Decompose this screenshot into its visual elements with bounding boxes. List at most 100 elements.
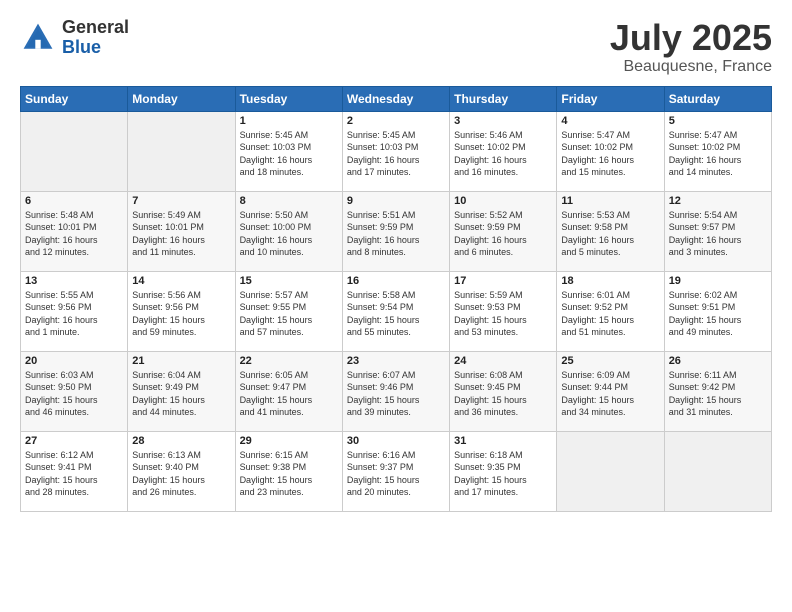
day-info: Sunrise: 5:47 AM Sunset: 10:02 PM Daylig… [669, 129, 767, 179]
day-info: Sunrise: 5:49 AM Sunset: 10:01 PM Daylig… [132, 209, 230, 259]
day-number: 22 [240, 355, 338, 367]
month-title: July 2025 [610, 18, 772, 58]
day-number: 27 [25, 435, 123, 447]
calendar-cell: 24Sunrise: 6:08 AM Sunset: 9:45 PM Dayli… [450, 351, 557, 431]
day-info: Sunrise: 6:02 AM Sunset: 9:51 PM Dayligh… [669, 289, 767, 339]
calendar-cell [21, 111, 128, 191]
day-info: Sunrise: 6:11 AM Sunset: 9:42 PM Dayligh… [669, 369, 767, 419]
calendar-cell: 10Sunrise: 5:52 AM Sunset: 9:59 PM Dayli… [450, 191, 557, 271]
day-info: Sunrise: 6:05 AM Sunset: 9:47 PM Dayligh… [240, 369, 338, 419]
day-number: 3 [454, 115, 552, 127]
calendar-cell: 8 Sunrise: 5:50 AM Sunset: 10:00 PM Dayli… [235, 191, 342, 271]
calendar-cell: 12Sunrise: 5:54 AM Sunset: 9:57 PM Dayli… [664, 191, 771, 271]
calendar-cell: 29 Sunrise: 6:15 AM Sunset: 9:38 PM Dayli… [235, 431, 342, 511]
calendar: SundayMondayTuesdayWednesdayThursdayFrid… [20, 86, 772, 512]
calendar-cell [664, 431, 771, 511]
day-of-week-monday: Monday [128, 86, 235, 111]
day-number: 17 [454, 275, 552, 287]
day-info: Sunrise: 5:48 AM Sunset: 10:01 PM Daylig… [25, 209, 123, 259]
day-info: Sunrise: 5:51 AM Sunset: 9:59 PM Dayligh… [347, 209, 445, 259]
header: General Blue July 2025 Beauquesne, Franc… [20, 18, 772, 76]
calendar-header-row: SundayMondayTuesdayWednesdayThursdayFrid… [21, 86, 772, 111]
day-of-week-wednesday: Wednesday [342, 86, 449, 111]
week-row-4: 27 Sunrise: 6:12 AM Sunset: 9:41 PM Dayli… [21, 431, 772, 511]
day-number: 6 [25, 195, 123, 207]
day-info: Sunrise: 6:03 AM Sunset: 9:50 PM Dayligh… [25, 369, 123, 419]
calendar-cell: 26 Sunrise: 6:11 AM Sunset: 9:42 PM Dayli… [664, 351, 771, 431]
logo-blue: Blue [62, 38, 129, 58]
day-number: 18 [561, 275, 659, 287]
day-info: Sunrise: 5:56 AM Sunset: 9:56 PM Dayligh… [132, 289, 230, 339]
day-number: 8 [240, 195, 338, 207]
day-of-week-saturday: Saturday [664, 86, 771, 111]
calendar-cell: 6 Sunrise: 5:48 AM Sunset: 10:01 PM Dayli… [21, 191, 128, 271]
day-of-week-friday: Friday [557, 86, 664, 111]
logo-icon [20, 20, 56, 56]
day-number: 16 [347, 275, 445, 287]
day-of-week-sunday: Sunday [21, 86, 128, 111]
week-row-0: 1Sunrise: 5:45 AM Sunset: 10:03 PM Dayli… [21, 111, 772, 191]
calendar-cell: 23Sunrise: 6:07 AM Sunset: 9:46 PM Dayli… [342, 351, 449, 431]
day-number: 26 [669, 355, 767, 367]
calendar-cell: 11Sunrise: 5:53 AM Sunset: 9:58 PM Dayli… [557, 191, 664, 271]
day-number: 28 [132, 435, 230, 447]
calendar-cell: 27 Sunrise: 6:12 AM Sunset: 9:41 PM Dayli… [21, 431, 128, 511]
day-number: 29 [240, 435, 338, 447]
day-of-week-thursday: Thursday [450, 86, 557, 111]
calendar-cell: 19Sunrise: 6:02 AM Sunset: 9:51 PM Dayli… [664, 271, 771, 351]
logo-text: General Blue [62, 18, 129, 58]
day-number: 5 [669, 115, 767, 127]
calendar-cell: 9Sunrise: 5:51 AM Sunset: 9:59 PM Daylig… [342, 191, 449, 271]
day-number: 12 [669, 195, 767, 207]
day-info: Sunrise: 5:50 AM Sunset: 10:00 PM Daylig… [240, 209, 338, 259]
day-info: Sunrise: 5:45 AM Sunset: 10:03 PM Daylig… [240, 129, 338, 179]
calendar-cell: 2 Sunrise: 5:45 AM Sunset: 10:03 PM Dayli… [342, 111, 449, 191]
calendar-cell: 18 Sunrise: 6:01 AM Sunset: 9:52 PM Dayli… [557, 271, 664, 351]
day-number: 2 [347, 115, 445, 127]
calendar-cell: 17 Sunrise: 5:59 AM Sunset: 9:53 PM Dayli… [450, 271, 557, 351]
day-number: 11 [561, 195, 659, 207]
day-info: Sunrise: 6:09 AM Sunset: 9:44 PM Dayligh… [561, 369, 659, 419]
day-number: 4 [561, 115, 659, 127]
day-info: Sunrise: 5:57 AM Sunset: 9:55 PM Dayligh… [240, 289, 338, 339]
day-info: Sunrise: 6:15 AM Sunset: 9:38 PM Dayligh… [240, 449, 338, 499]
day-number: 30 [347, 435, 445, 447]
calendar-cell: 22 Sunrise: 6:05 AM Sunset: 9:47 PM Dayli… [235, 351, 342, 431]
day-info: Sunrise: 6:12 AM Sunset: 9:41 PM Dayligh… [25, 449, 123, 499]
calendar-cell: 5 Sunrise: 5:47 AM Sunset: 10:02 PM Dayli… [664, 111, 771, 191]
day-number: 7 [132, 195, 230, 207]
day-number: 20 [25, 355, 123, 367]
day-number: 13 [25, 275, 123, 287]
day-number: 10 [454, 195, 552, 207]
week-row-2: 13Sunrise: 5:55 AM Sunset: 9:56 PM Dayli… [21, 271, 772, 351]
calendar-cell [557, 431, 664, 511]
calendar-cell: 25 Sunrise: 6:09 AM Sunset: 9:44 PM Dayli… [557, 351, 664, 431]
calendar-cell: 14 Sunrise: 5:56 AM Sunset: 9:56 PM Dayli… [128, 271, 235, 351]
day-info: Sunrise: 6:01 AM Sunset: 9:52 PM Dayligh… [561, 289, 659, 339]
day-info: Sunrise: 6:16 AM Sunset: 9:37 PM Dayligh… [347, 449, 445, 499]
day-number: 31 [454, 435, 552, 447]
day-number: 24 [454, 355, 552, 367]
calendar-cell: 4Sunrise: 5:47 AM Sunset: 10:02 PM Dayli… [557, 111, 664, 191]
day-number: 25 [561, 355, 659, 367]
logo-general: General [62, 18, 129, 38]
day-number: 15 [240, 275, 338, 287]
day-number: 14 [132, 275, 230, 287]
day-of-week-tuesday: Tuesday [235, 86, 342, 111]
day-info: Sunrise: 5:59 AM Sunset: 9:53 PM Dayligh… [454, 289, 552, 339]
calendar-cell: 13Sunrise: 5:55 AM Sunset: 9:56 PM Dayli… [21, 271, 128, 351]
day-number: 21 [132, 355, 230, 367]
page: General Blue July 2025 Beauquesne, Franc… [0, 0, 792, 612]
title-block: July 2025 Beauquesne, France [610, 18, 772, 76]
calendar-cell: 30 Sunrise: 6:16 AM Sunset: 9:37 PM Dayli… [342, 431, 449, 511]
day-number: 23 [347, 355, 445, 367]
location: Beauquesne, France [610, 58, 772, 76]
day-info: Sunrise: 5:46 AM Sunset: 10:02 PM Daylig… [454, 129, 552, 179]
week-row-1: 6 Sunrise: 5:48 AM Sunset: 10:01 PM Dayli… [21, 191, 772, 271]
calendar-cell: 1Sunrise: 5:45 AM Sunset: 10:03 PM Dayli… [235, 111, 342, 191]
logo: General Blue [20, 18, 129, 58]
week-row-3: 20 Sunrise: 6:03 AM Sunset: 9:50 PM Dayli… [21, 351, 772, 431]
calendar-cell: 31 Sunrise: 6:18 AM Sunset: 9:35 PM Dayli… [450, 431, 557, 511]
day-info: Sunrise: 5:45 AM Sunset: 10:03 PM Daylig… [347, 129, 445, 179]
day-info: Sunrise: 6:18 AM Sunset: 9:35 PM Dayligh… [454, 449, 552, 499]
